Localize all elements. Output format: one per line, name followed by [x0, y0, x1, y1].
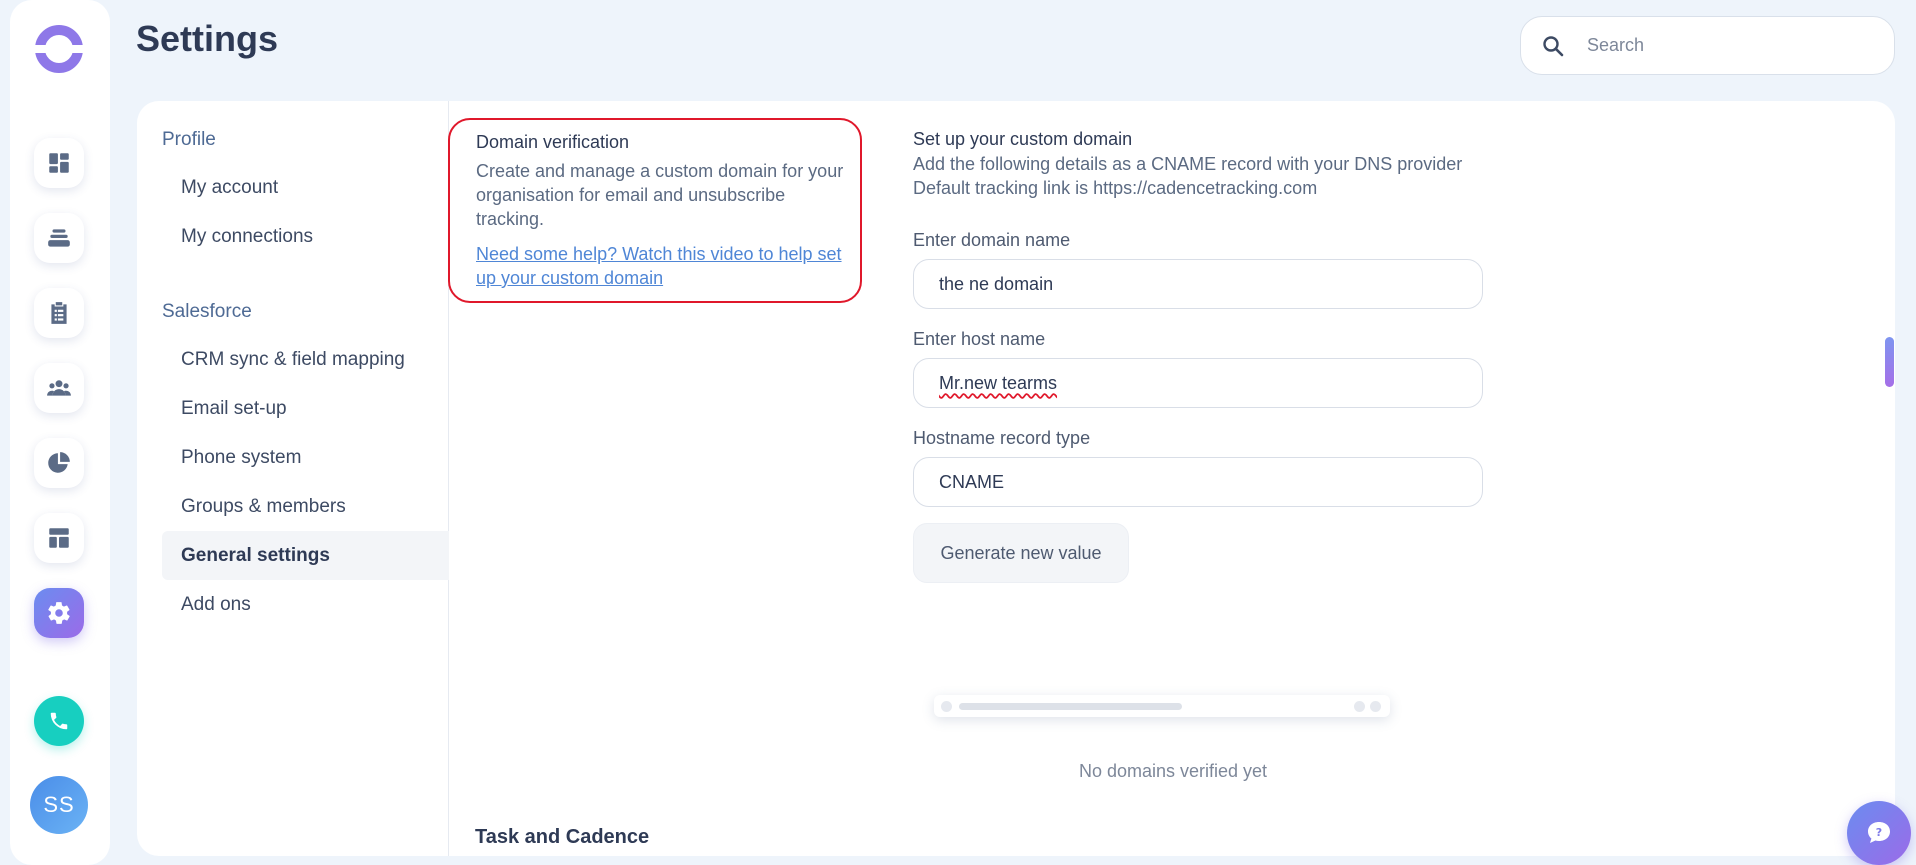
- custom-domain-title: Set up your custom domain: [913, 129, 1133, 149]
- generate-new-value-button[interactable]: Generate new value: [913, 523, 1129, 583]
- help-chat-icon: ?: [1868, 822, 1890, 843]
- default-tracking-link: Default tracking link is https://cadence…: [913, 178, 1318, 198]
- host-name-value: Mr.new tearms: [939, 372, 1058, 393]
- host-name-input[interactable]: Mr.new tearms: [913, 358, 1483, 408]
- domain-verification-title: Domain verification: [476, 132, 630, 152]
- settings-card: Profile My account My connections Salesf…: [137, 101, 1895, 856]
- rail-layout-button[interactable]: [34, 513, 84, 563]
- empty-state-illustration: [934, 695, 1390, 717]
- illustration-dot: [941, 701, 952, 712]
- svg-text:?: ?: [1876, 826, 1882, 839]
- subnav-item-phone-system[interactable]: Phone system: [162, 433, 449, 482]
- subnav-item-add-ons[interactable]: Add ons: [162, 580, 449, 629]
- subnav-item-email-setup[interactable]: Email set-up: [162, 384, 449, 433]
- subnav-item-my-connections[interactable]: My connections: [162, 212, 449, 261]
- rail-people-button[interactable]: [34, 363, 84, 413]
- app-logo-icon[interactable]: [34, 24, 84, 74]
- illustration-dot: [1370, 701, 1381, 712]
- subnav-item-my-account[interactable]: My account: [162, 163, 449, 212]
- subnav-item-crm-sync[interactable]: CRM sync & field mapping: [162, 335, 449, 384]
- subnav-item-groups-members[interactable]: Groups & members: [162, 482, 449, 531]
- custom-domain-subtitle: Add the following details as a CNAME rec…: [913, 152, 1483, 200]
- illustration-bar: [959, 703, 1182, 710]
- layers-icon: [48, 229, 70, 247]
- rail-layers-button[interactable]: [34, 213, 84, 263]
- people-icon: [47, 380, 71, 396]
- search-icon: [1543, 35, 1564, 56]
- rail-dashboard-button[interactable]: [34, 138, 84, 188]
- dashboard-icon: [49, 153, 69, 173]
- user-avatar[interactable]: SS: [30, 776, 88, 834]
- subnav-group-salesforce: Salesforce: [162, 301, 252, 322]
- domain-name-label: Enter domain name: [913, 230, 1071, 250]
- search-box[interactable]: [1520, 16, 1895, 75]
- left-rail: SS: [10, 0, 110, 865]
- illustration-dot: [1354, 701, 1365, 712]
- custom-domain-form: Set up your custom domain Add the follow…: [913, 129, 1483, 583]
- subnav-item-general-settings[interactable]: General settings: [162, 531, 449, 580]
- host-name-label: Enter host name: [913, 329, 1046, 349]
- domain-verification-description: Create and manage a custom domain for yo…: [476, 161, 844, 229]
- record-type-input[interactable]: CNAME: [913, 457, 1483, 507]
- phone-icon: [50, 712, 68, 730]
- domain-verification-panel: Domain verification Create and manage a …: [448, 118, 862, 303]
- help-video-link[interactable]: Need some help? Watch this video to help…: [476, 242, 846, 290]
- rail-settings-button[interactable]: [34, 588, 84, 638]
- page-title: Settings: [136, 18, 279, 59]
- settings-subnav: Profile My account My connections Salesf…: [137, 101, 449, 856]
- layout-icon: [49, 528, 69, 548]
- rail-clipboard-button[interactable]: [34, 288, 84, 338]
- record-type-value: CNAME: [939, 471, 1005, 492]
- task-cadence-section-title: Task and Cadence: [475, 826, 650, 848]
- rail-phone-button[interactable]: [34, 696, 84, 746]
- empty-state-text: No domains verified yet: [1078, 761, 1268, 781]
- domain-name-value: the ne domain: [939, 273, 1054, 294]
- search-input[interactable]: [1587, 35, 1867, 56]
- record-type-label: Hostname record type: [913, 428, 1091, 448]
- help-chat-button[interactable]: ?: [1847, 801, 1911, 865]
- clipboard-icon: [51, 302, 67, 324]
- pie-chart-icon: [48, 452, 70, 473]
- gear-icon: [48, 602, 70, 624]
- rail-reports-button[interactable]: [34, 438, 84, 488]
- domain-name-input[interactable]: the ne domain: [913, 259, 1483, 309]
- subnav-group-profile: Profile: [162, 129, 216, 150]
- cname-instructions: Add the following details as a CNAME rec…: [913, 154, 1463, 174]
- scrollbar-thumb[interactable]: [1885, 337, 1894, 387]
